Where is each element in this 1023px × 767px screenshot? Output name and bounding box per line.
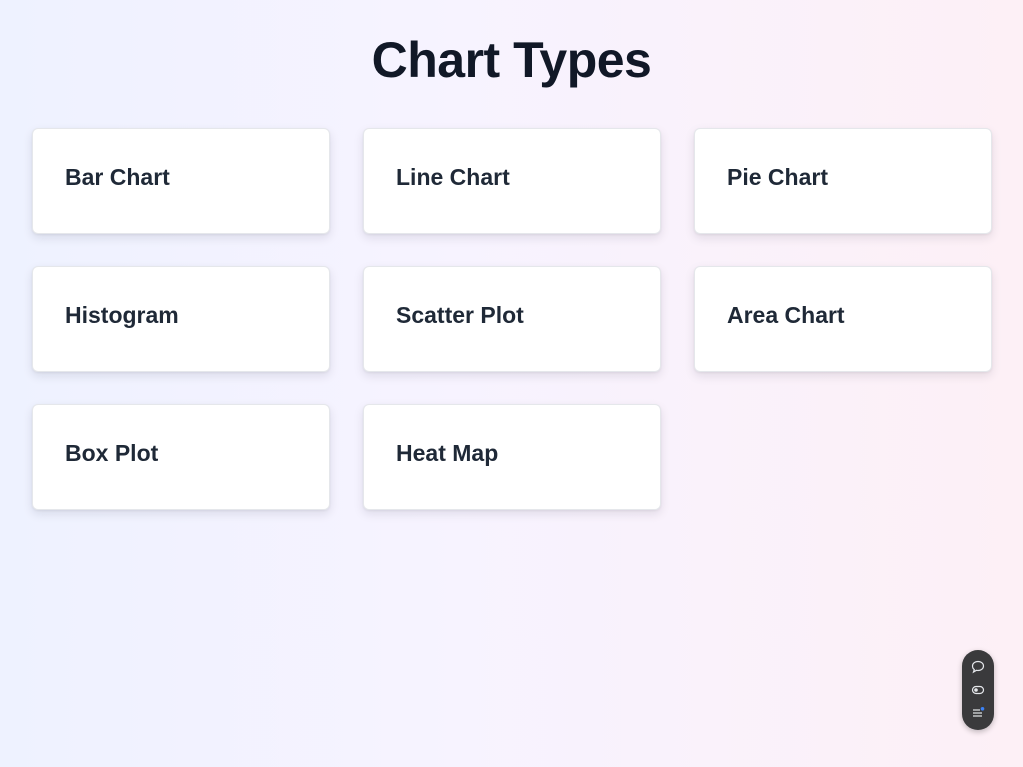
chart-card-label: Histogram xyxy=(65,302,179,328)
chart-card-label: Heat Map xyxy=(396,440,499,466)
toggle-button[interactable] xyxy=(968,680,988,700)
chart-card-label: Pie Chart xyxy=(727,164,828,190)
chat-button[interactable] xyxy=(968,657,988,677)
chart-card-box-plot[interactable]: Box Plot xyxy=(32,404,330,510)
chart-card-label: Box Plot xyxy=(65,440,159,466)
chart-card-scatter-plot[interactable]: Scatter Plot xyxy=(363,266,661,372)
chart-card-label: Line Chart xyxy=(396,164,510,190)
chart-types-grid: Bar Chart Line Chart Pie Chart Histogram… xyxy=(32,128,992,510)
chart-card-label: Scatter Plot xyxy=(396,302,524,328)
chart-card-label: Bar Chart xyxy=(65,164,170,190)
list-button[interactable] xyxy=(968,703,988,723)
notification-dot xyxy=(980,706,985,711)
chart-card-line-chart[interactable]: Line Chart xyxy=(363,128,661,234)
chart-card-histogram[interactable]: Histogram xyxy=(32,266,330,372)
chat-bubble-icon xyxy=(971,661,985,674)
chart-card-label: Area Chart xyxy=(727,302,845,328)
floating-toolbar xyxy=(962,650,994,730)
toggle-icon xyxy=(971,685,985,695)
chart-card-bar-chart[interactable]: Bar Chart xyxy=(32,128,330,234)
chart-card-heat-map[interactable]: Heat Map xyxy=(363,404,661,510)
chart-card-pie-chart[interactable]: Pie Chart xyxy=(694,128,992,234)
page-title: Chart Types xyxy=(371,32,652,88)
chart-card-area-chart[interactable]: Area Chart xyxy=(694,266,992,372)
list-icon xyxy=(973,706,985,717)
